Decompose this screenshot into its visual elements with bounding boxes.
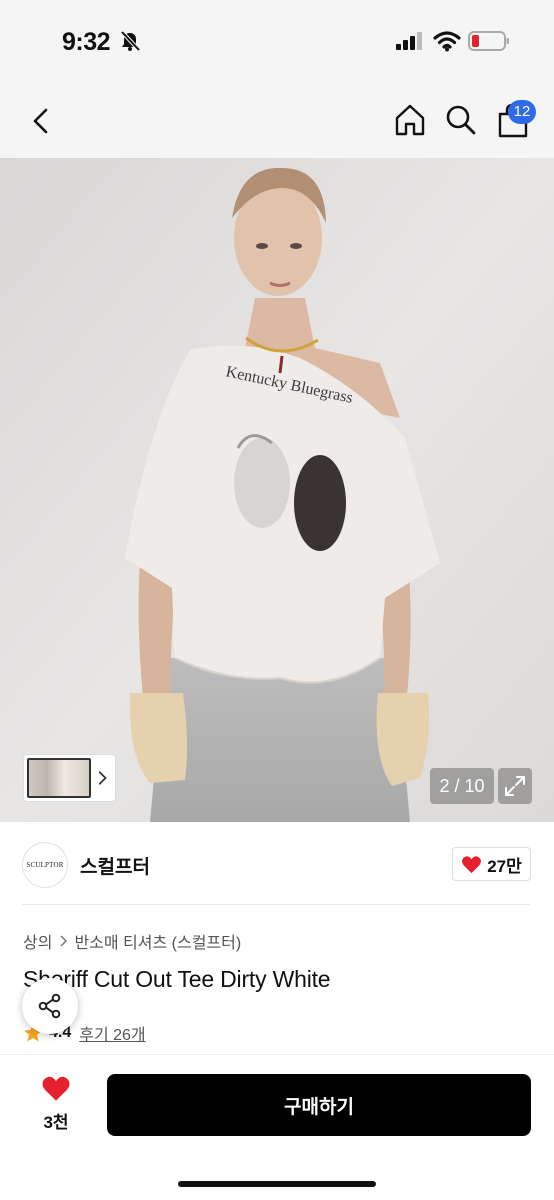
status-time: 9:32: [62, 28, 111, 56]
thumbnail-image[interactable]: [27, 758, 91, 798]
heart-icon: [42, 1076, 70, 1101]
wishlist-button[interactable]: 3천: [32, 1075, 80, 1135]
brand-logo-text: SCULPTOR: [26, 861, 64, 869]
expand-arrows-icon: [505, 776, 525, 796]
buy-button[interactable]: 구매하기: [107, 1074, 531, 1136]
product-image[interactable]: Kentucky Bluegrass 2 / 10: [0, 158, 554, 822]
wishlist-count: 3천: [43, 1113, 69, 1132]
brand-like-button[interactable]: 27만: [452, 847, 531, 881]
search-icon[interactable]: [443, 102, 479, 138]
heart-icon: [462, 855, 482, 873]
breadcrumb-item-subcategory[interactable]: 반소매 티셔츠 (스컬프터): [74, 929, 241, 953]
thumbnail-strip[interactable]: [23, 754, 116, 802]
breadcrumb-item-category[interactable]: 상의: [23, 929, 52, 953]
model-photo: Kentucky Bluegrass: [0, 158, 554, 822]
chevron-right-icon[interactable]: [93, 768, 112, 788]
breadcrumb: 상의 반소매 티셔츠 (스컬프터): [23, 929, 241, 953]
expand-image-button[interactable]: [498, 768, 532, 804]
review-count-link[interactable]: 후기 26개: [79, 1021, 145, 1045]
back-arrow-icon[interactable]: [26, 104, 56, 138]
share-icon: [38, 993, 61, 1019]
share-button[interactable]: [22, 978, 78, 1034]
home-icon[interactable]: [392, 102, 428, 138]
wifi-icon: [433, 31, 461, 52]
brand-logo[interactable]: SCULPTOR: [22, 842, 68, 888]
bottom-bar: 3천 구매하기: [0, 1054, 554, 1200]
nav-bar: [0, 84, 554, 158]
image-page-counter: 2 / 10: [430, 768, 494, 804]
status-bar: 9:32: [0, 0, 554, 84]
divider: [22, 904, 530, 905]
brand-like-count: 27만: [487, 856, 522, 876]
cellular-signal-icon: [396, 32, 422, 50]
chevron-right-icon: [60, 935, 68, 947]
cart-count-badge: 12: [508, 100, 536, 124]
brand-name[interactable]: 스컬프터: [80, 852, 150, 879]
bell-muted-icon: [120, 30, 141, 52]
home-indicator: [178, 1181, 376, 1187]
battery-low-icon: [468, 31, 509, 51]
